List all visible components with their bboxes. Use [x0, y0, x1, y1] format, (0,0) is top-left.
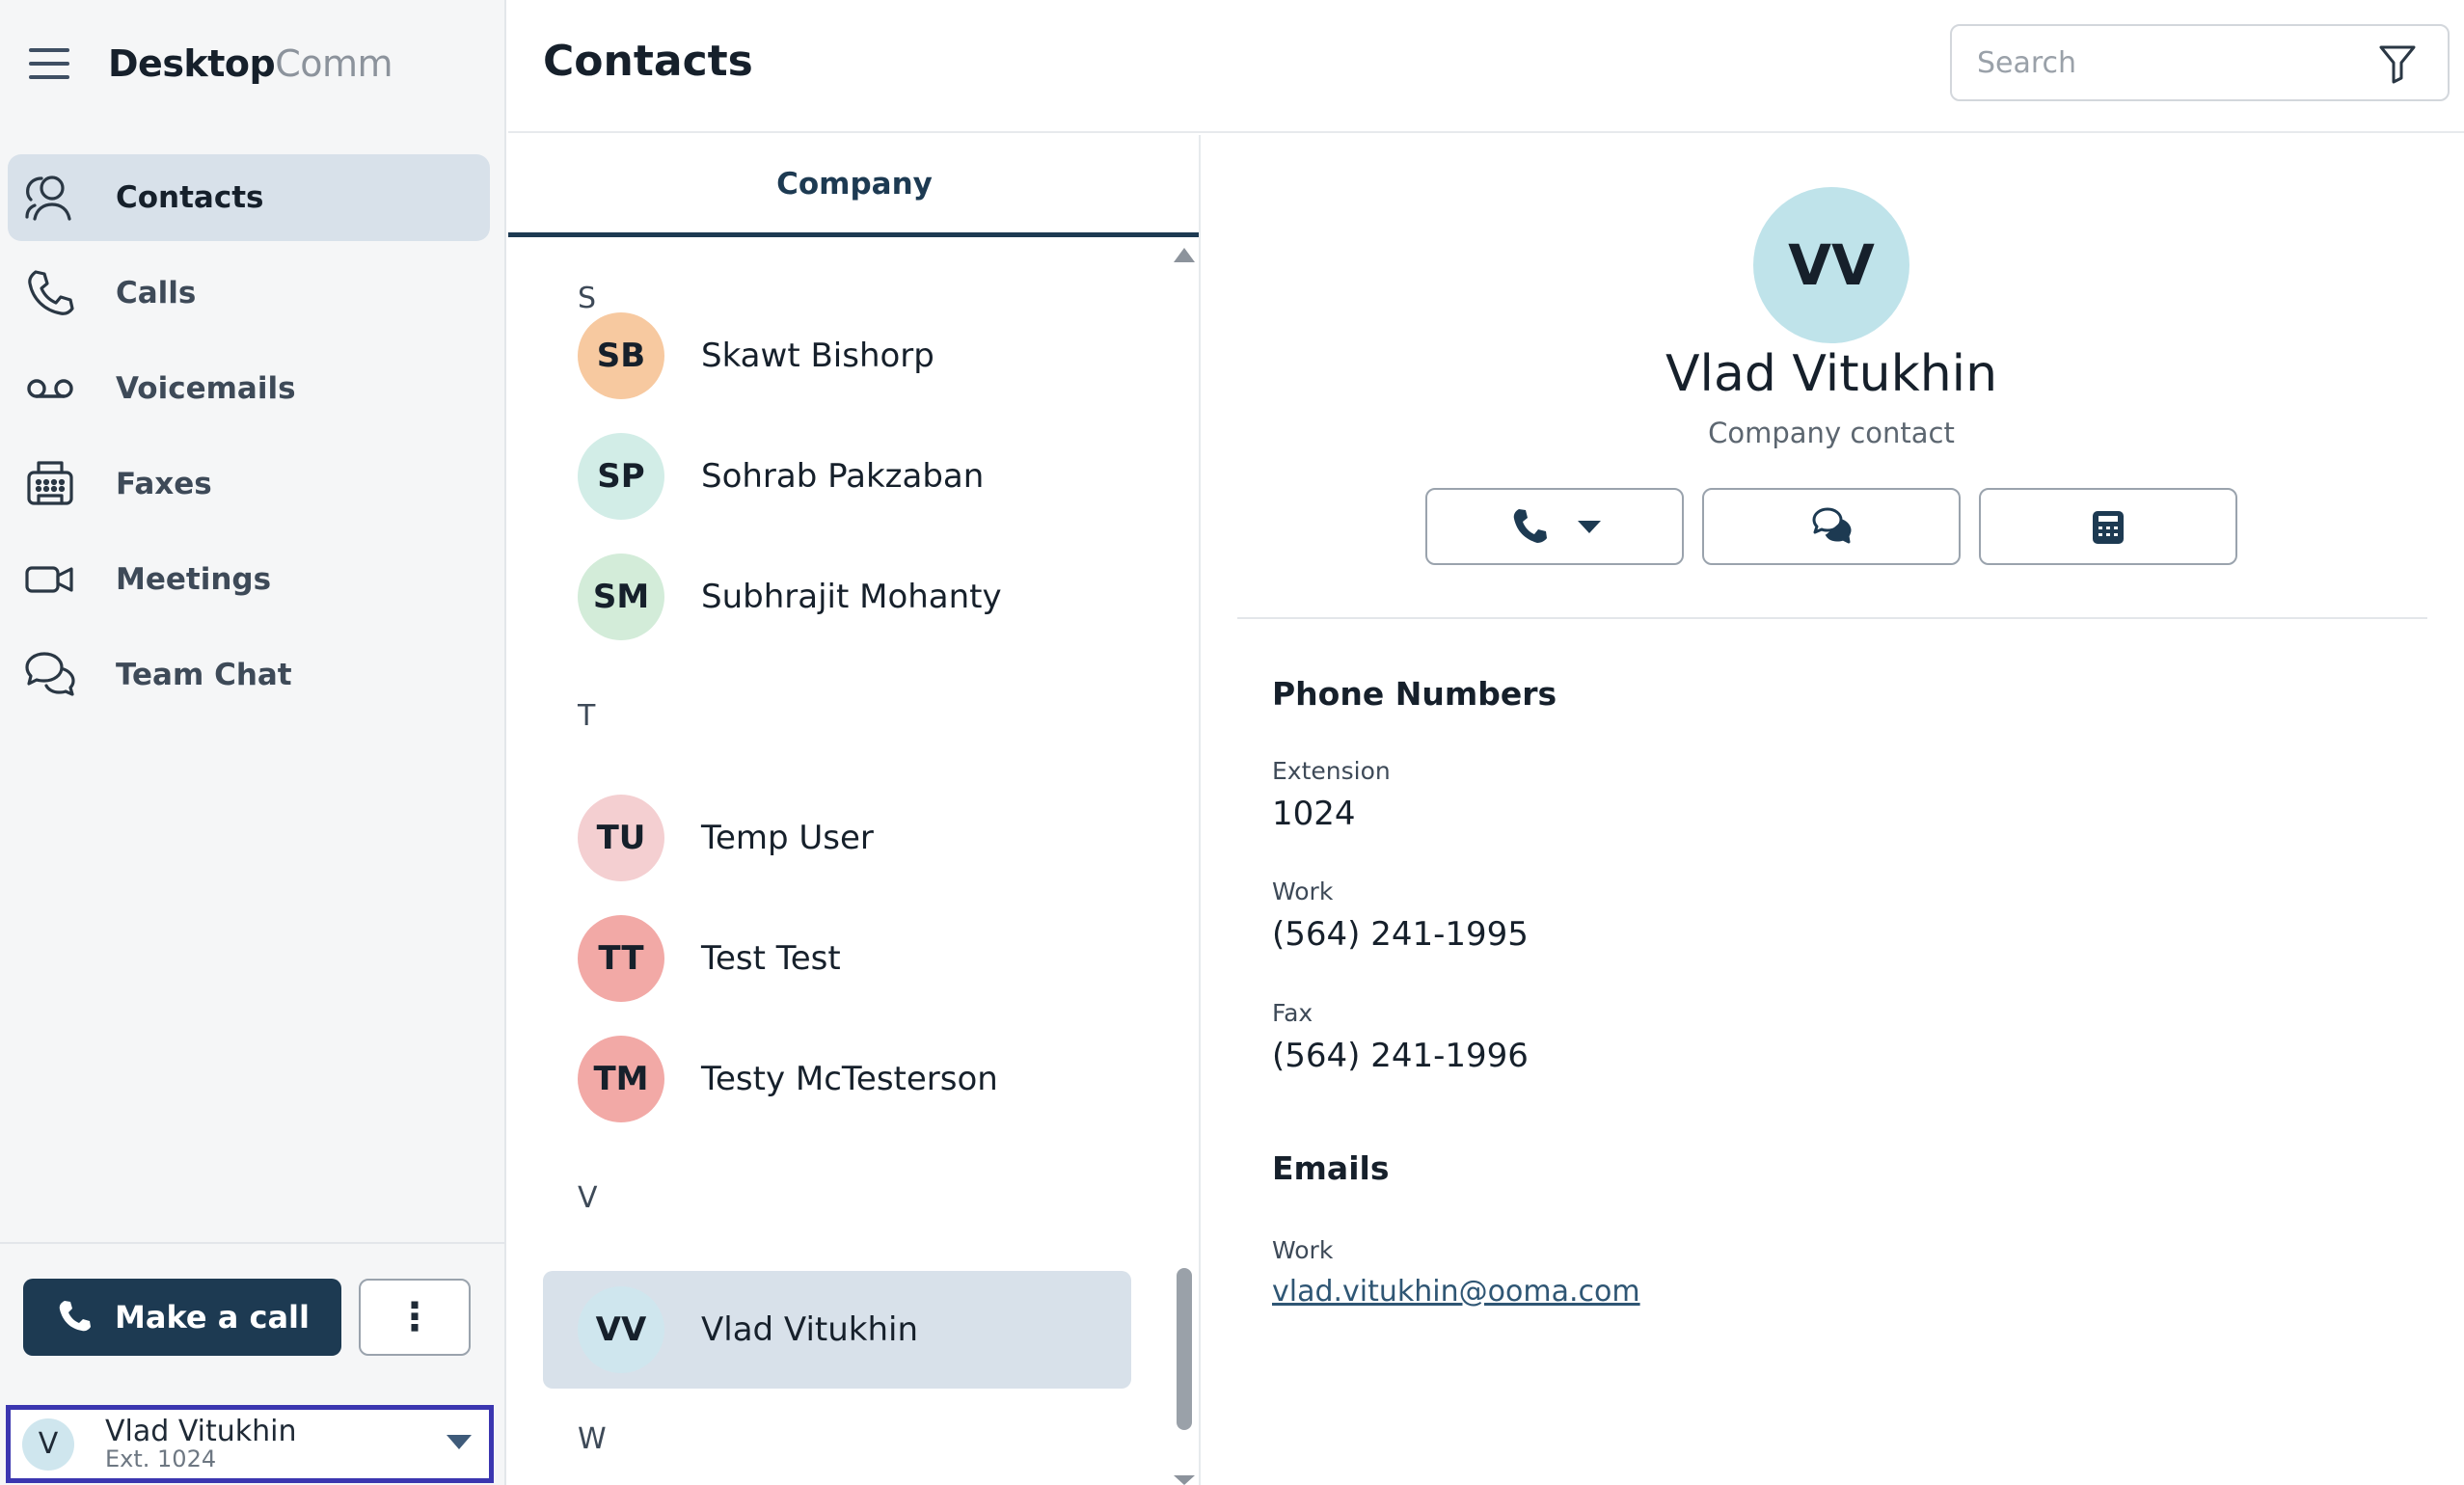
contact-name: Subhrajit Mohanty [701, 578, 1002, 616]
fax-label: Fax [1272, 999, 1313, 1027]
contact-row-skawt-bishorp[interactable]: SB Skawt Bishorp [543, 297, 1131, 415]
contact-name: Testy McTesterson [701, 1060, 998, 1098]
sidebar-item-meetings[interactable]: Meetings [8, 536, 490, 623]
filter-icon[interactable] [2378, 43, 2417, 84]
contact-name: Test Test [701, 939, 841, 978]
avatar: SM [578, 554, 664, 640]
vertical-dots-icon: ⋮ [395, 1295, 434, 1339]
divider [1237, 617, 2427, 619]
hamburger-menu-icon[interactable] [29, 48, 69, 79]
fax-value[interactable]: (564) 241-1996 [1272, 1037, 1529, 1075]
brand-name-light: Comm [275, 42, 393, 85]
contact-row-temp-user[interactable]: TU Temp User [543, 779, 1131, 897]
sidebar-item-voicemails[interactable]: Voicemails [8, 345, 490, 432]
brand-name-bold: Desktop [108, 42, 276, 85]
search-input[interactable] [1977, 43, 2343, 82]
sidebar-item-calls[interactable]: Calls [8, 250, 490, 337]
sidebar: Desktop Comm Contacts Calls Voicemails F… [0, 0, 506, 1485]
contact-row-test-test[interactable]: TT Test Test [543, 900, 1131, 1017]
work-phone-value[interactable]: (564) 241-1995 [1272, 915, 1529, 954]
video-camera-icon [21, 551, 79, 608]
emails-heading: Emails [1272, 1149, 1390, 1187]
tab-company[interactable]: Company [508, 135, 1199, 237]
call-contact-button[interactable] [1425, 488, 1684, 565]
contact-row-vlad-vitukhin[interactable]: VV Vlad Vitukhin [543, 1271, 1131, 1389]
contact-name: Vlad Vitukhin [701, 1310, 919, 1349]
make-a-call-button[interactable]: Make a call [23, 1279, 341, 1356]
avatar: SB [578, 312, 664, 399]
sidebar-item-label: Team Chat [116, 658, 292, 692]
contact-name: Temp User [701, 819, 874, 857]
section-letter-t: T [578, 699, 596, 733]
chat-bubbles-icon [1812, 507, 1852, 544]
sidebar-item-label: Calls [116, 276, 197, 310]
avatar: V [22, 1418, 74, 1471]
contact-row-subhrajit-mohanty[interactable]: SM Subhrajit Mohanty [543, 538, 1131, 656]
phone-numbers-heading: Phone Numbers [1272, 675, 1557, 713]
section-letter-v: V [578, 1181, 598, 1215]
fax-icon [2093, 511, 2124, 544]
avatar: TT [578, 915, 664, 1002]
phone-icon [59, 1301, 92, 1332]
fax-contact-button[interactable] [1979, 488, 2237, 565]
contact-row-sohrab-pakzaban[interactable]: SP Sohrab Pakzaban [543, 418, 1131, 535]
chat-bubbles-icon [21, 646, 79, 704]
work-phone-label: Work [1272, 878, 1334, 905]
tab-label: Company [776, 166, 933, 202]
extension-label: Extension [1272, 757, 1391, 785]
caret-down-icon [447, 1435, 472, 1449]
avatar: VV [1753, 187, 1909, 343]
work-email-label: Work [1272, 1236, 1334, 1264]
contact-list-panel: Company S SB Skawt Bishorp SP Sohrab Pak… [508, 135, 1201, 1485]
section-letter-w: W [578, 1422, 607, 1456]
phone-icon [21, 264, 79, 322]
contact-detail-subtitle: Company contact [1708, 417, 1955, 449]
avatar: TM [578, 1036, 664, 1122]
phone-icon [1513, 509, 1547, 543]
search-box [1950, 24, 2450, 101]
sidebar-item-label: Faxes [116, 467, 212, 501]
more-options-button[interactable]: ⋮ [359, 1279, 471, 1356]
avatar: SP [578, 433, 664, 520]
divider [0, 1242, 504, 1244]
scroll-up-arrow-icon[interactable] [1174, 248, 1195, 262]
user-extension: Ext. 1024 [105, 1445, 217, 1473]
brand-header: Desktop Comm [29, 37, 393, 91]
sidebar-item-team-chat[interactable]: Team Chat [8, 632, 490, 718]
extension-value: 1024 [1272, 795, 1356, 833]
current-user-selector[interactable]: V Vlad Vitukhin Ext. 1024 [6, 1405, 494, 1483]
sidebar-nav: Contacts Calls Voicemails Faxes Meetings… [8, 154, 490, 727]
sidebar-item-label: Contacts [116, 180, 264, 215]
contact-row-testy-mctesterson[interactable]: TM Testy McTesterson [543, 1020, 1131, 1138]
sidebar-item-label: Voicemails [116, 371, 296, 406]
avatar: TU [578, 795, 664, 881]
work-email-link[interactable]: vlad.vitukhin@ooma.com [1272, 1275, 1640, 1309]
voicemail-icon [21, 360, 79, 418]
scrollbar-thumb[interactable] [1177, 1268, 1192, 1430]
chat-contact-button[interactable] [1702, 488, 1961, 565]
contact-detail-name: Vlad Vitukhin [1665, 345, 1998, 403]
app-logo: Desktop Comm [108, 42, 393, 85]
user-name: Vlad Vitukhin [105, 1414, 297, 1448]
page-header: Contacts [508, 0, 2464, 133]
avatar: VV [578, 1286, 664, 1373]
page-title: Contacts [543, 37, 753, 86]
contacts-icon [21, 169, 79, 227]
fax-icon [21, 455, 79, 513]
user-info: Vlad Vitukhin Ext. 1024 [105, 1417, 297, 1472]
contact-name: Sohrab Pakzaban [701, 457, 985, 496]
make-a-call-label: Make a call [115, 1299, 310, 1336]
sidebar-item-faxes[interactable]: Faxes [8, 441, 490, 527]
sidebar-item-label: Meetings [116, 562, 272, 597]
contact-detail-panel: VV Vlad Vitukhin Company contact Phone N… [1203, 135, 2464, 1485]
caret-down-icon[interactable] [1578, 520, 1601, 533]
sidebar-item-contacts[interactable]: Contacts [8, 154, 490, 241]
contact-name: Skawt Bishorp [701, 337, 934, 375]
scroll-down-arrow-icon[interactable] [1174, 1475, 1195, 1485]
